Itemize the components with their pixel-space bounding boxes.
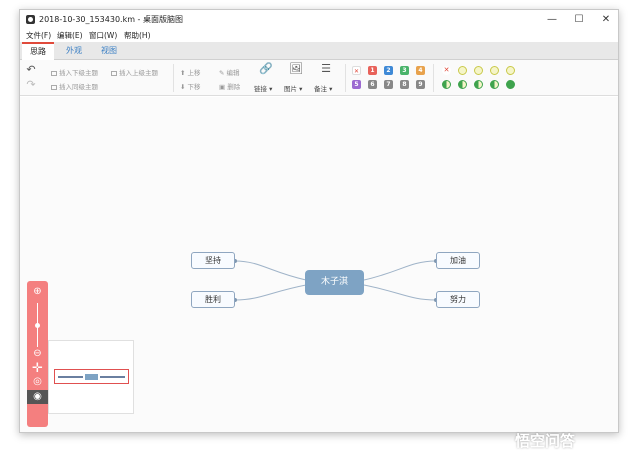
- priority-8-icon[interactable]: 8: [400, 80, 409, 89]
- window-title: 2018-10-30_153430.km - 桌面版脑图: [39, 15, 183, 24]
- image-icon: 🖼: [289, 62, 303, 75]
- navigator-toggle[interactable]: ◉: [27, 390, 48, 404]
- tab-idea[interactable]: 思路: [22, 42, 54, 60]
- minimap-branch: [58, 376, 83, 378]
- move-up-button[interactable]: ⬆ 上移: [180, 67, 201, 77]
- app-window: 2018-10-30_153430.km - 桌面版脑图 — ☐ ✕ 文件(F)…: [19, 9, 619, 433]
- note-label: 备注: [314, 85, 327, 93]
- separator: [173, 64, 174, 92]
- insert-parent-label: 插入上级主题: [119, 69, 158, 77]
- connector-left-top: [234, 260, 307, 281]
- insert-parent-icon: [111, 70, 117, 76]
- progress-3-icon[interactable]: [490, 66, 499, 75]
- maximize-button[interactable]: ☐: [565, 10, 593, 30]
- edit-button[interactable]: ✎ 编辑: [219, 67, 240, 77]
- insert-parent-button[interactable]: 插入上级主题: [111, 67, 158, 77]
- menu-file[interactable]: 文件(F): [26, 30, 51, 41]
- menu-help[interactable]: 帮助(H): [124, 30, 151, 41]
- separator: [433, 64, 434, 92]
- progress-4-icon[interactable]: [506, 66, 515, 75]
- node-right-1[interactable]: 加油: [436, 252, 480, 269]
- insert-sibling-label: 插入同级主题: [59, 83, 98, 91]
- separator: [345, 64, 346, 92]
- zoom-out-icon[interactable]: ⊖: [31, 347, 44, 360]
- zoom-slider-handle[interactable]: [35, 323, 40, 328]
- zoom-in-icon[interactable]: ⊕: [31, 285, 44, 298]
- minimize-button[interactable]: —: [538, 10, 566, 30]
- menu-bar: 文件(F) 编辑(E) 窗口(W) 帮助(H): [20, 30, 618, 42]
- minimap-branch: [100, 376, 125, 378]
- node-left-2[interactable]: 胜利: [191, 291, 235, 308]
- trash-icon: ▣: [219, 83, 228, 91]
- image-button[interactable]: 图片 ▾: [284, 83, 302, 93]
- redo-icon[interactable]: ↷: [25, 79, 37, 91]
- minimap-viewport[interactable]: [54, 369, 129, 384]
- priority-clear-icon[interactable]: ✕: [352, 66, 361, 75]
- delete-button[interactable]: ▣ 删除: [219, 81, 240, 91]
- priority-3-icon[interactable]: 3: [400, 66, 409, 75]
- node-right-2[interactable]: 努力: [436, 291, 480, 308]
- image-label: 图片: [284, 85, 297, 93]
- priority-7-icon[interactable]: 7: [384, 80, 393, 89]
- progress-6-icon[interactable]: [458, 80, 467, 89]
- watermark: 悟空问答: [515, 432, 576, 450]
- app-logo-icon: [26, 15, 35, 24]
- link-label: 链接: [254, 85, 267, 93]
- progress-5-icon[interactable]: [442, 80, 451, 89]
- progress-1-icon[interactable]: [458, 66, 467, 75]
- undo-icon[interactable]: ↶: [25, 64, 37, 76]
- note-button[interactable]: 备注 ▾: [314, 83, 332, 93]
- move-down-button[interactable]: ⬇ 下移: [180, 81, 201, 91]
- tab-appearance[interactable]: 外观: [58, 42, 90, 60]
- tab-view[interactable]: 视图: [93, 42, 125, 60]
- note-icon: ☰: [321, 62, 331, 75]
- navigator-minimap[interactable]: [48, 340, 134, 414]
- close-button[interactable]: ✕: [592, 10, 618, 30]
- pencil-icon: ✎: [219, 69, 227, 77]
- progress-9-icon[interactable]: [506, 80, 515, 89]
- eye-icon: ◉: [33, 391, 42, 402]
- tab-bar: 思路 外观 视图: [20, 42, 618, 60]
- arrow-down-icon: ⬇: [180, 83, 188, 91]
- locate-center-icon[interactable]: ◎: [31, 375, 44, 388]
- link-icon: 🔗: [259, 62, 273, 75]
- progress-8-icon[interactable]: [490, 80, 499, 89]
- priority-4-icon[interactable]: 4: [416, 66, 425, 75]
- move-hand-icon[interactable]: ✛: [31, 362, 44, 375]
- toolbar-ribbon: ↶ ↷ 插入下级主题 插入上级主题 插入同级主题 ⬆ 上移 ⬇ 下移 ✎ 编辑 …: [20, 60, 618, 96]
- progress-0-icon[interactable]: ✕: [442, 66, 451, 75]
- insert-child-label: 插入下级主题: [59, 69, 98, 77]
- title-bar: 2018-10-30_153430.km - 桌面版脑图 — ☐ ✕: [20, 10, 618, 30]
- node-left-1[interactable]: 坚持: [191, 252, 235, 269]
- progress-2-icon[interactable]: [474, 66, 483, 75]
- menu-edit[interactable]: 编辑(E): [57, 30, 83, 41]
- priority-5-icon[interactable]: 5: [352, 80, 361, 89]
- insert-sibling-button[interactable]: 插入同级主题: [51, 81, 98, 91]
- connector-left-bottom: [234, 284, 307, 301]
- priority-1-icon[interactable]: 1: [368, 66, 377, 75]
- connector-right-top: [363, 260, 437, 281]
- arrow-up-icon: ⬆: [180, 69, 188, 77]
- link-button[interactable]: 链接 ▾: [254, 83, 272, 93]
- move-up-label: 上移: [187, 69, 201, 77]
- connector-right-bottom: [363, 284, 437, 301]
- edit-label: 编辑: [226, 69, 240, 77]
- insert-sibling-icon: [51, 84, 57, 90]
- mindmap-canvas[interactable]: 木子淇 坚持 胜利 加油 努力 ⊕ ⊖ ✛ ◎ ◉: [20, 97, 618, 432]
- progress-7-icon[interactable]: [474, 80, 483, 89]
- move-down-label: 下移: [187, 83, 201, 91]
- zoom-panel: ⊕ ⊖ ✛ ◎ ◉: [27, 281, 48, 427]
- insert-child-icon: [51, 70, 57, 76]
- priority-2-icon[interactable]: 2: [384, 66, 393, 75]
- menu-window[interactable]: 窗口(W): [89, 30, 117, 41]
- root-node[interactable]: 木子淇: [305, 270, 364, 295]
- priority-9-icon[interactable]: 9: [416, 80, 425, 89]
- delete-label: 删除: [227, 83, 241, 91]
- minimap-root: [85, 374, 98, 380]
- insert-child-button[interactable]: 插入下级主题: [51, 67, 98, 77]
- priority-6-icon[interactable]: 6: [368, 80, 377, 89]
